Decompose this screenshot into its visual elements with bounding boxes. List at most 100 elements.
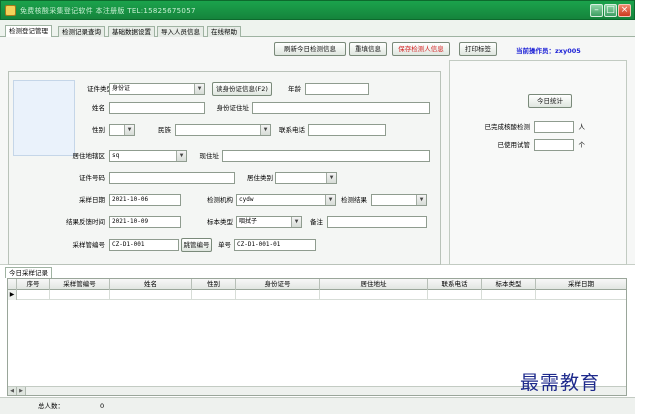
current-address-label: 现住址 [199, 152, 220, 160]
sample-type-select[interactable]: 咽拭子 ▼ [236, 216, 302, 228]
chevron-down-icon: ▼ [326, 173, 336, 183]
col-sample-type[interactable]: 标本类型 [482, 279, 536, 290]
register-panel: 刷新今日检测信息 重填信息 保存检测人信息 打印标签 当前操作员：zxy005 … [0, 37, 635, 265]
id-number-label: 证件号码 [79, 174, 105, 182]
id-number-input[interactable] [109, 172, 235, 184]
scroll-right-icon[interactable]: ▶ [17, 387, 26, 395]
window-title: 免费核酸采集登记软件 本注册版 TEL:15825675057 [20, 7, 196, 15]
chevron-down-icon: ▼ [291, 217, 301, 227]
scroll-left-icon[interactable]: ◀ [8, 387, 17, 395]
remark-label: 备注 [310, 218, 323, 226]
result-select[interactable]: ▼ [371, 194, 427, 206]
phone-label: 联系电话 [279, 126, 305, 134]
id-address-input[interactable] [252, 102, 430, 114]
save-person-button[interactable]: 保存检测人信息 [392, 42, 450, 56]
age-input[interactable] [305, 83, 369, 95]
district-select[interactable]: sq ▼ [109, 150, 187, 162]
serial-input[interactable]: CZ-D1-001-01 [234, 239, 316, 251]
tube-no-input[interactable]: CZ-D1-001 [109, 239, 179, 251]
col-name[interactable]: 姓名 [110, 279, 192, 290]
chevron-down-icon: ▼ [260, 125, 270, 135]
institution-value: cydw [239, 196, 254, 203]
gender-select[interactable]: ▼ [109, 124, 135, 136]
id-type-select[interactable]: 身份证 ▼ [109, 83, 205, 95]
table-cell[interactable] [536, 290, 626, 300]
current-operator: 当前操作员：zxy005 [516, 47, 581, 55]
current-address-input[interactable] [222, 150, 430, 162]
main-tab-strip: 检测登记管理 检测记录查询 基础数据设置 导入人员信息 在线帮助 [0, 20, 635, 38]
table-cell[interactable] [482, 290, 536, 300]
feedback-time-input[interactable]: 2021-10-09 [109, 216, 181, 228]
table-cell[interactable] [320, 290, 428, 300]
reset-form-button[interactable]: 重填信息 [349, 42, 387, 56]
table-row[interactable]: ▶ [8, 290, 626, 300]
tubes-used-label: 已使用试管 [497, 141, 531, 149]
person-form-group: 证件类型 身份证 ▼ 读身份证信息(F2) 年龄 姓名 身份证住址 性别 ▼ 民… [8, 71, 441, 265]
gender-label: 性别 [92, 126, 105, 134]
tab-today-records[interactable]: 今日采样记录 [5, 267, 52, 278]
current-row-icon: ▶ [8, 290, 17, 300]
stats-panel: 今日统计 已完成核酸检测 人 已使用试管 个 [449, 60, 627, 265]
resident-type-label: 居住类别 [247, 174, 273, 182]
result-label: 检测结果 [341, 196, 367, 204]
serial-label: 单号 [218, 241, 231, 249]
completed-label: 已完成核酸检测 [484, 123, 531, 131]
table-cell[interactable] [17, 290, 50, 300]
name-input[interactable] [109, 102, 205, 114]
table-cell[interactable] [110, 290, 192, 300]
table-cell[interactable] [192, 290, 236, 300]
row-header-corner [8, 279, 17, 290]
col-seq[interactable]: 序号 [17, 279, 50, 290]
tab-query[interactable]: 检测记录查询 [58, 26, 105, 37]
skip-tube-button[interactable]: 跳管编号 [181, 238, 212, 252]
tube-no-label: 采样管编号 [72, 241, 106, 249]
read-id-card-button[interactable]: 读身份证信息(F2) [212, 82, 272, 96]
district-label: 居住地辖区 [72, 152, 106, 160]
refresh-today-button[interactable]: 刷新今日检测信息 [274, 42, 346, 56]
table-cell[interactable] [50, 290, 110, 300]
table-cell[interactable] [428, 290, 482, 300]
col-id-number[interactable]: 身份证号 [236, 279, 320, 290]
col-phone[interactable]: 联系电话 [428, 279, 482, 290]
sample-date-input[interactable]: 2021-10-06 [109, 194, 181, 206]
total-count-value: 0 [100, 402, 105, 410]
resident-type-select[interactable]: ▼ [275, 172, 337, 184]
photo-placeholder [13, 80, 75, 156]
completed-count [534, 121, 574, 133]
col-address[interactable]: 居住地址 [320, 279, 428, 290]
status-bar: 总人数： 0 [0, 397, 635, 414]
maximize-button[interactable]: □ [604, 4, 617, 17]
tab-import[interactable]: 导入人员信息 [157, 26, 204, 37]
tubes-used-unit: 个 [578, 141, 586, 149]
print-label-button[interactable]: 打印标签 [459, 42, 497, 56]
table-header: 序号 采样管编号 姓名 性别 身份证号 居住地址 联系电话 标本类型 采样日期 [8, 279, 626, 290]
remark-input[interactable] [327, 216, 427, 228]
chevron-down-icon: ▼ [124, 125, 134, 135]
phone-input[interactable] [308, 124, 386, 136]
completed-unit: 人 [578, 123, 586, 131]
age-label: 年龄 [288, 85, 301, 93]
name-label: 姓名 [92, 104, 105, 112]
app-icon [5, 5, 16, 16]
sample-type-value: 咽拭子 [239, 218, 258, 225]
close-button[interactable]: × [618, 4, 631, 17]
table-cell[interactable] [236, 290, 320, 300]
ethnicity-label: 民族 [158, 126, 171, 134]
ethnicity-select[interactable]: ▼ [175, 124, 271, 136]
col-tube-no[interactable]: 采样管编号 [50, 279, 110, 290]
today-stats-button[interactable]: 今日统计 [528, 94, 572, 108]
institution-select[interactable]: cydw ▼ [236, 194, 336, 206]
tab-help[interactable]: 在线帮助 [207, 26, 241, 37]
col-sample-date[interactable]: 采样日期 [536, 279, 626, 290]
id-type-value: 身份证 [112, 85, 131, 92]
id-address-label: 身份证住址 [216, 104, 250, 112]
title-bar: 免费核酸采集登记软件 本注册版 TEL:15825675057 – □ × [0, 0, 635, 20]
col-gender[interactable]: 性别 [192, 279, 236, 290]
chevron-down-icon: ▼ [176, 151, 186, 161]
tab-base-data[interactable]: 基础数据设置 [108, 26, 155, 37]
district-value: sq [112, 152, 120, 159]
total-count-label: 总人数： [38, 402, 64, 410]
chevron-down-icon: ▼ [194, 84, 204, 94]
minimize-button[interactable]: – [590, 4, 603, 17]
feedback-time-label: 结果反馈时间 [66, 218, 105, 226]
